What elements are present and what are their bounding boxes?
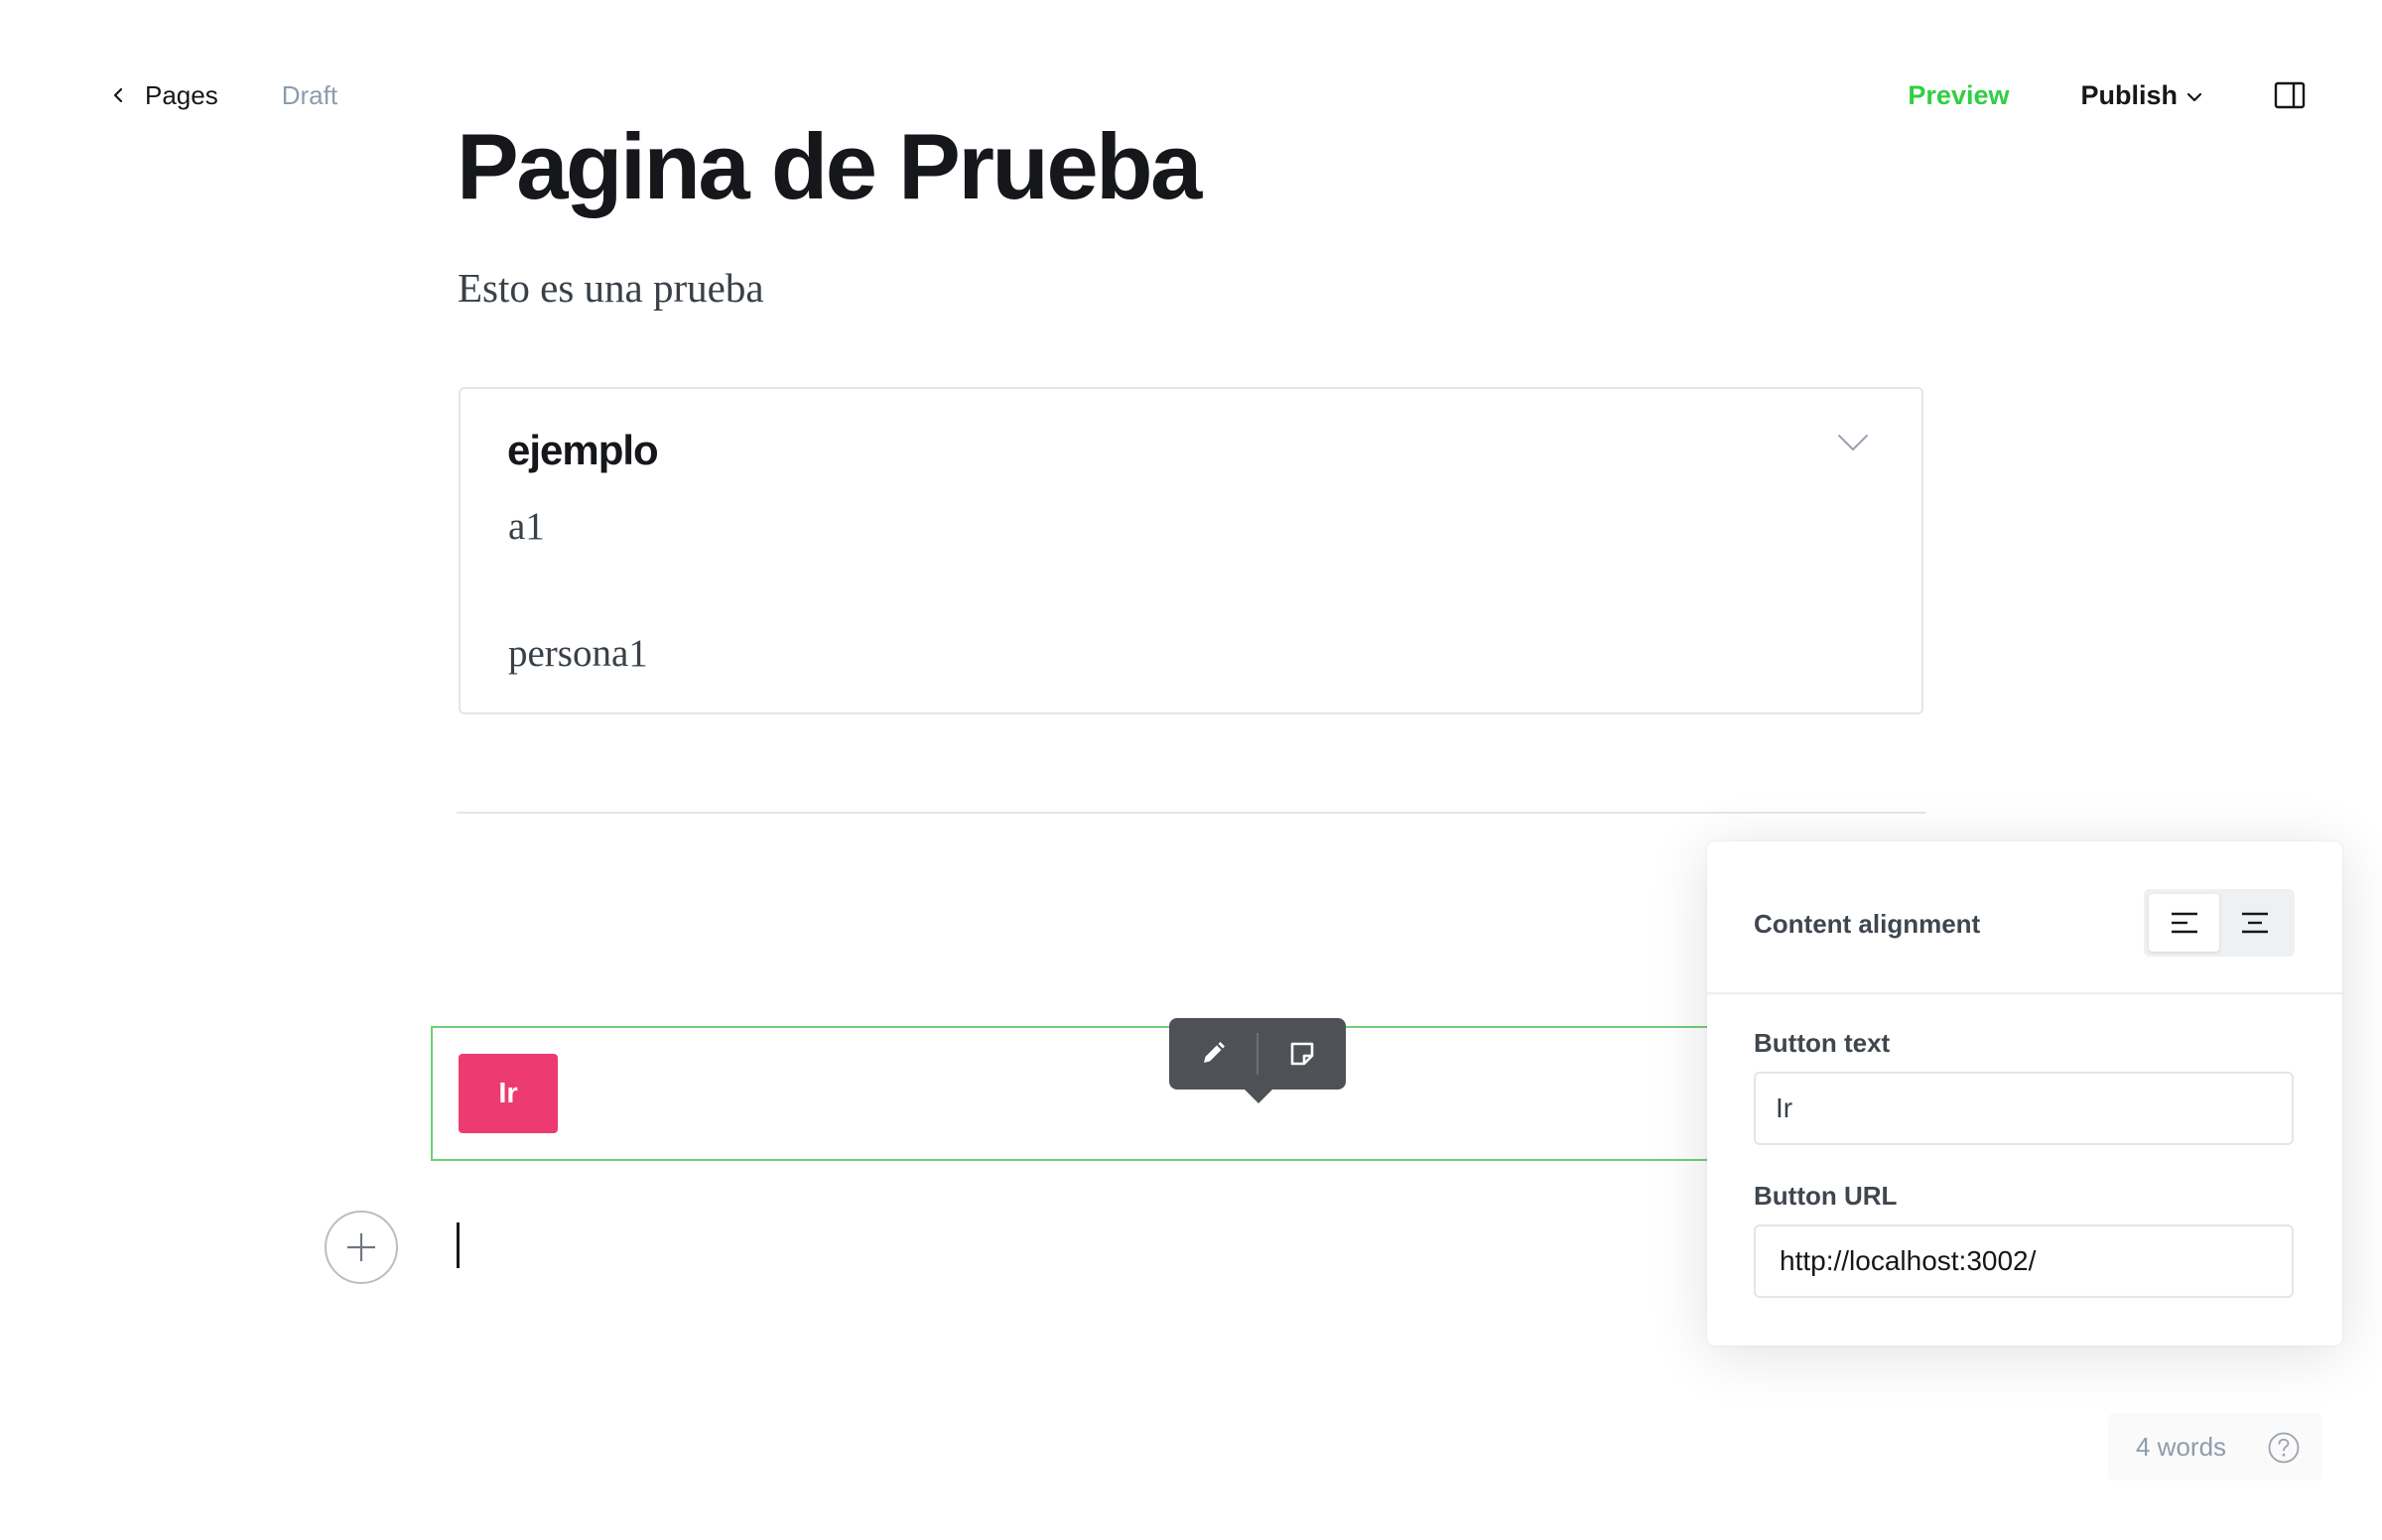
button-url-input[interactable] [1754,1224,2294,1298]
card-toolbar [1169,1018,1346,1103]
question-circle-icon[interactable] [2267,1431,2301,1465]
preview-button[interactable]: Preview [1908,80,2009,111]
post-excerpt[interactable]: Esto es una prueba [458,264,764,312]
plus-icon [347,1233,375,1261]
topbar-left: Pages Draft [109,75,337,115]
button-text-label: Button text [1754,1028,1891,1058]
pencil-icon [1204,1042,1225,1063]
toggle-card[interactable]: ejemplo a1 persona1 [459,387,1923,714]
content-alignment-row: Content alignment [1707,841,2342,994]
toggle-content-line[interactable]: persona1 [508,631,648,676]
chevron-left-icon [113,87,123,103]
text-cursor [457,1222,460,1268]
align-center-icon [2241,912,2268,934]
align-left-icon [2171,912,2197,934]
chevron-down-icon[interactable] [1836,431,1870,454]
publish-button[interactable]: Publish [2080,80,2203,111]
button-text-input[interactable] [1754,1072,2294,1145]
toggle-heading[interactable]: ejemplo [507,427,659,474]
word-count-text: 4 words [2136,1431,2227,1462]
snippet-icon [1290,1042,1314,1066]
alignment-toggle-group [2144,889,2295,957]
publish-label: Publish [2080,79,2178,110]
sidebar-panel-icon[interactable] [2273,78,2307,112]
button-url-label: Button URL [1754,1181,1898,1211]
chevron-down-icon [2186,92,2202,102]
content-alignment-label: Content alignment [1754,909,1981,939]
post-status-label: Draft [281,79,338,110]
save-snippet-button[interactable] [1258,1018,1346,1090]
back-link-label: Pages [145,79,218,110]
back-to-pages-link[interactable]: Pages [109,80,218,111]
post-title[interactable]: Pagina de Prueba [457,115,1202,218]
cta-button[interactable]: Ir [459,1054,558,1133]
button-settings-panel: Content alignment Button text Button URL [1707,841,2342,1346]
toggle-content-line[interactable]: a1 [508,504,545,549]
align-center-button[interactable] [2219,894,2290,952]
topbar-right: Preview Publish [1908,75,2307,115]
word-count-badge: 4 words [2108,1413,2322,1480]
edit-card-button[interactable] [1169,1018,1257,1090]
align-left-button[interactable] [2149,894,2219,952]
divider-card[interactable] [457,812,1925,814]
add-card-button[interactable] [325,1211,398,1284]
